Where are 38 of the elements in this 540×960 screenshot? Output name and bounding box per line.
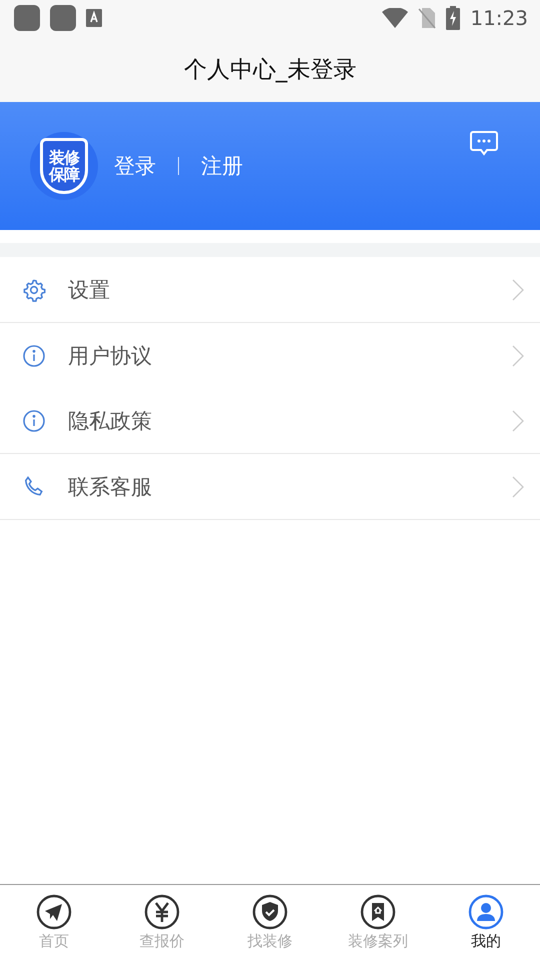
menu-label: 联系客服: [68, 474, 153, 500]
login-link[interactable]: 登录: [114, 152, 156, 180]
menu-item[interactable]: 联系客服: [0, 454, 540, 519]
wifi-icon: [382, 8, 408, 28]
notification-icon: [50, 5, 76, 31]
menu-label: 设置: [68, 276, 111, 304]
nav-tab[interactable]: 找装修: [216, 885, 324, 960]
notification-icon: [14, 5, 40, 31]
battery-icon: [446, 6, 460, 30]
paper-plane-icon: [36, 894, 72, 930]
info-icon: [22, 344, 46, 368]
chevron-icon: [512, 278, 524, 300]
status-time: 11:23: [470, 6, 528, 30]
menu-label: 用户协议: [68, 342, 153, 370]
nav-tab[interactable]: 查报价: [108, 885, 216, 960]
menu-item[interactable]: 隐私政策: [0, 388, 540, 453]
settings-icon: [22, 278, 46, 302]
logo-text: 保障: [49, 166, 79, 183]
nav-tab[interactable]: 我的: [432, 885, 540, 960]
menu-label: 隐私政策: [68, 408, 153, 434]
no-sim-icon: [418, 7, 436, 29]
nav-tab[interactable]: 首页: [0, 885, 108, 960]
menu-item[interactable]: 用户协议: [0, 323, 540, 388]
message-icon[interactable]: [470, 130, 498, 156]
yen-icon: [144, 894, 180, 930]
chevron-icon: [512, 344, 524, 366]
person-icon: [468, 894, 504, 930]
shield-icon: [252, 894, 288, 930]
menu-item[interactable]: 设置: [0, 257, 540, 322]
bookmark-icon: [360, 894, 396, 930]
page-title: 个人中心_未登录: [184, 56, 356, 84]
chevron-icon: [512, 410, 524, 432]
logo-text: 装修: [49, 149, 79, 166]
register-link[interactable]: 注册: [201, 152, 243, 180]
keyboard-icon: [86, 9, 102, 27]
info-icon: [22, 408, 46, 432]
nav-tab[interactable]: 装修案列: [324, 885, 432, 960]
chevron-icon: [512, 476, 524, 498]
